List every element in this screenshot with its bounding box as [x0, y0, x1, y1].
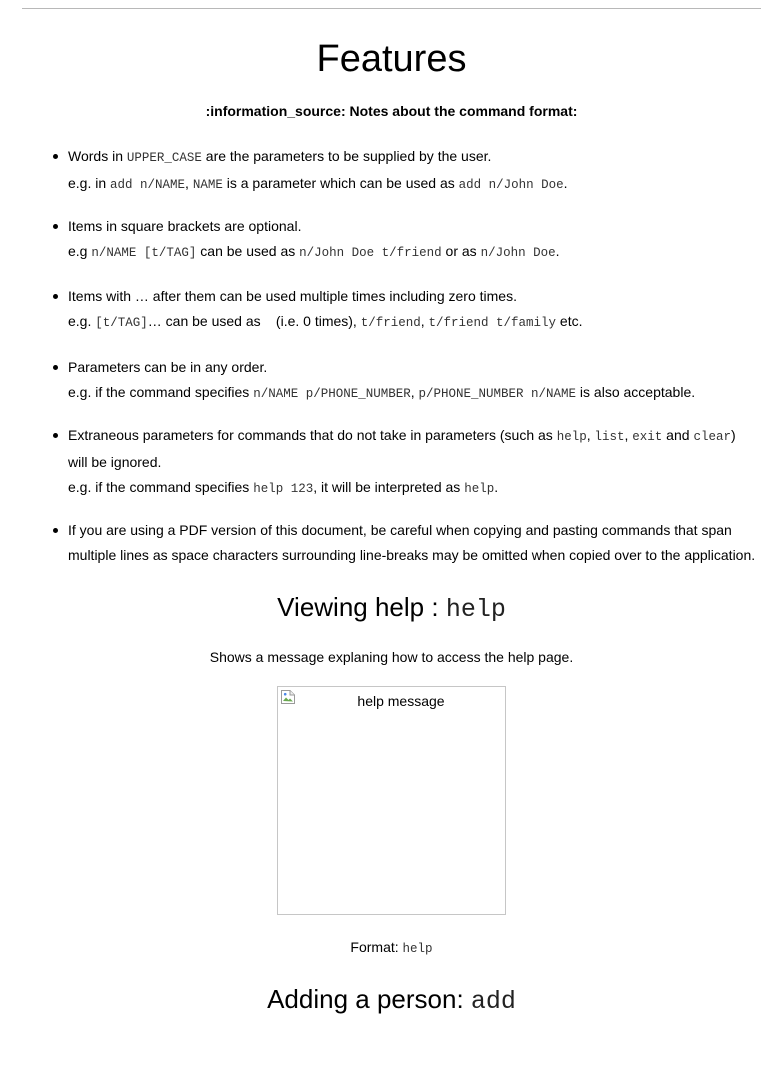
section-heading-command: add: [470, 987, 516, 1016]
text-run: .: [494, 479, 499, 495]
inline-code: add n/John Doe: [458, 178, 564, 192]
help-message-image: help message: [277, 686, 506, 915]
text-run: .: [555, 243, 560, 259]
section-heading-text: Viewing help :: [277, 592, 446, 622]
note-line: Parameters can be in any order.: [68, 355, 758, 380]
text-run: e.g: [68, 243, 92, 259]
format-label: Format:: [350, 939, 403, 955]
section-heading-command: help: [445, 595, 506, 624]
inline-code: add n/NAME: [110, 178, 186, 192]
inline-code: t/friend t/family: [428, 316, 557, 330]
note-line: Items with … after them can be used mult…: [68, 284, 758, 309]
section-heading-viewing-help: Viewing help : help: [0, 590, 777, 627]
text-run: Extraneous parameters for commands that …: [68, 427, 557, 443]
text-run: e.g. in: [68, 175, 111, 191]
note-item-multiple: Items with … after them can be used mult…: [53, 284, 758, 336]
inline-code: p/PHONE_NUMBER n/NAME: [418, 387, 577, 401]
inline-code: [265, 316, 273, 330]
note-item-parameters: Words in UPPER_CASE are the parameters t…: [53, 144, 758, 198]
note-item-order: Parameters can be in any order. e.g. if …: [53, 355, 758, 407]
text-run: ,: [410, 384, 419, 400]
text-run: e.g. if the command specifies: [68, 479, 254, 495]
note-example-line: e.g. if the command specifies n/NAME p/P…: [68, 380, 758, 407]
text-run: can be used as: [196, 243, 300, 259]
text-run: ): [730, 427, 736, 443]
inline-code: UPPER_CASE: [126, 151, 202, 165]
text-run: multiple lines as space characters surro…: [68, 547, 756, 563]
text-run: is also acceptable.: [576, 384, 696, 400]
text-run: Parameters can be in any order.: [68, 359, 268, 375]
text-run: will be ignored.: [68, 454, 162, 470]
text-run: Words in: [68, 148, 127, 164]
inline-code: help: [464, 482, 495, 496]
inline-code: list: [594, 430, 625, 444]
text-run: .: [563, 175, 568, 191]
inline-code: n/John Doe t/friend: [299, 246, 442, 260]
note-line: If you are using a PDF version of this d…: [68, 518, 758, 543]
notes-heading: :information_source: Notes about the com…: [205, 103, 578, 119]
text-run: Items in square brackets are optional.: [68, 218, 302, 234]
inline-code: clear: [693, 430, 731, 444]
text-run: etc.: [556, 313, 583, 329]
note-line: Items in square brackets are optional.: [68, 214, 758, 239]
note-line-continued: multiple lines as space characters surro…: [68, 543, 758, 568]
note-line: Extraneous parameters for commands that …: [68, 423, 758, 450]
text-run: or as: [441, 243, 481, 259]
text-run: (i.e. 0 times),: [272, 313, 361, 329]
note-item-extraneous: Extraneous parameters for commands that …: [53, 423, 758, 502]
help-description: Shows a message explaning how to access …: [209, 649, 574, 665]
image-alt-text: help message: [357, 693, 445, 709]
inline-code: [t/TAG]: [95, 316, 148, 330]
note-item-pdf: If you are using a PDF version of this d…: [53, 518, 758, 568]
format-command: help: [402, 942, 433, 956]
inline-code: help: [556, 430, 587, 444]
text-run: e.g.: [68, 313, 96, 329]
text-run: e.g. if the command specifies: [68, 384, 254, 400]
inline-code: NAME: [192, 178, 223, 192]
section-heading-adding-person: Adding a person: add: [0, 982, 777, 1019]
inline-code: n/NAME [t/TAG]: [91, 246, 197, 260]
inline-code: exit: [632, 430, 663, 444]
text-run: Items with … after them can be used mult…: [68, 288, 517, 304]
text-run: and: [662, 427, 694, 443]
note-example-line: e.g. in add n/NAME, NAME is a parameter …: [68, 171, 758, 198]
note-example-line: e.g. [t/TAG]… can be used as (i.e. 0 tim…: [68, 309, 758, 336]
text-run: ,: [420, 313, 429, 329]
text-run: If you are using a PDF version of this d…: [68, 522, 732, 538]
text-run: ,: [185, 175, 193, 191]
top-divider: [22, 8, 761, 9]
text-run: , it will be interpreted as: [313, 479, 465, 495]
note-line-continued: will be ignored.: [68, 450, 758, 475]
text-run: … can be used as: [147, 313, 265, 329]
text-run: are the parameters to be supplied by the…: [201, 148, 492, 164]
help-format: Format: help: [0, 937, 777, 959]
inline-code: help 123: [253, 482, 314, 496]
inline-code: n/John Doe: [480, 246, 556, 260]
note-item-optional: Items in square brackets are optional. e…: [53, 214, 758, 266]
text-run: is a parameter which can be used as: [222, 175, 459, 191]
note-example-line: e.g n/NAME [t/TAG] can be used as n/John…: [68, 239, 758, 266]
inline-code: n/NAME p/PHONE_NUMBER: [253, 387, 411, 401]
page-title: Features: [316, 38, 467, 80]
section-heading-text: Adding a person:: [267, 984, 471, 1014]
note-line: Words in UPPER_CASE are the parameters t…: [68, 144, 758, 171]
inline-code: t/friend: [360, 316, 421, 330]
note-example-line: e.g. if the command specifies help 123, …: [68, 475, 758, 502]
